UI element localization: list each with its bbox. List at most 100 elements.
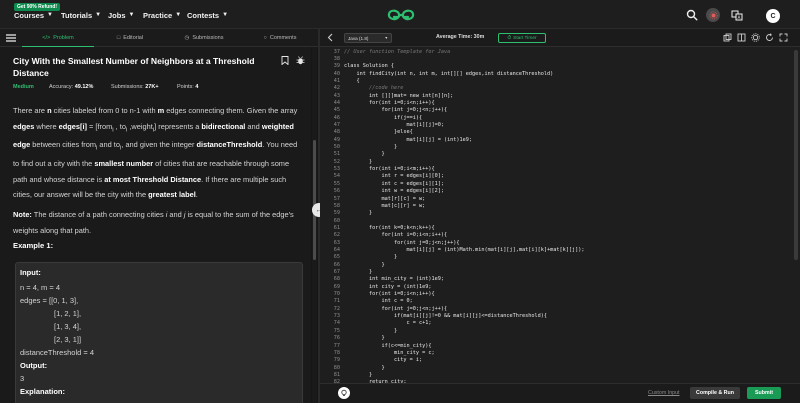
bookmark-icon[interactable] [281,56,289,65]
code-line[interactable]: 44 for(int i=0;i<n;i++){ [322,100,792,107]
code-line[interactable]: 52 } [322,159,792,166]
line-number: 41 [333,77,340,84]
code-line[interactable]: 76 } [322,335,792,342]
code-line[interactable]: 51 } [322,151,792,158]
reset-icon[interactable] [765,33,774,42]
code-text: for(int j=0;j<n;j++){ [344,305,448,312]
code-text: for(int k=0;k<n;k++){ [344,224,435,231]
code-text: // User function Template for Java [344,48,451,55]
code-line[interactable]: 43 int [][]mat= new int[n][n]; [322,93,792,100]
lightbulb-icon[interactable] [338,387,350,399]
code-line[interactable]: 42 //code here [322,85,792,92]
code-line[interactable]: 49 mat[i][j] = (int)1e9; [322,137,792,144]
nav-courses[interactable]: Courses ▼ [14,11,53,20]
code-text: min_city = c; [344,349,435,356]
code-line[interactable]: 81 } [322,372,792,379]
custom-input-link[interactable]: Custom Input [648,390,680,396]
code-line[interactable]: 63 for(int j=0;j<n;j++){ [322,240,792,247]
tab-problem[interactable]: </> Problem [22,29,94,47]
compile-run-button[interactable]: Compile & Run [690,387,740,399]
nav-practice[interactable]: Practice ▼ [143,11,181,20]
code-line[interactable]: 69 int city = (int)1e9; [322,284,792,291]
code-text: c = c+1; [344,320,432,327]
streak-badge-icon[interactable] [706,8,720,22]
collapse-left-icon[interactable] [326,33,335,42]
tab-comments[interactable]: ○ Comments [244,29,316,47]
code-line[interactable]: 58 mat[c][r] = w; [322,203,792,210]
code-line[interactable]: 41 { [322,78,792,85]
code-line[interactable]: 54 int r = edges[i][0]; [322,173,792,180]
language-select[interactable]: Java (1.8) ▼ [344,33,392,43]
line-number: 76 [333,335,340,342]
code-line[interactable]: 66 } [322,262,792,269]
line-number: 52 [333,158,340,165]
search-icon[interactable] [686,9,698,21]
code-line[interactable]: 53 for(int i=0;i<m;i++){ [322,166,792,173]
code-line[interactable]: 74 c = c+1; [322,320,792,327]
copy-icon[interactable] [723,33,732,42]
accuracy-stat: Accuracy: 49.12% [49,84,94,90]
editor-scroll-thumb[interactable] [794,50,798,260]
code-line[interactable]: 78 min_city = c; [322,350,792,357]
code-line[interactable]: 39 class Solution { [322,63,792,70]
start-timer-button[interactable]: ⏱ Start Timer [498,33,546,43]
code-line[interactable]: 61 for(int k=0;k<n;k++){ [322,225,792,232]
line-number: 67 [333,269,340,275]
nav-contests[interactable]: Contests ▼ [187,11,228,20]
points-stat: Points: 4 [177,84,199,90]
code-line[interactable]: 60 [322,218,792,225]
code-line[interactable]: 71 int c = 0; [322,298,792,305]
tab-submissions[interactable]: ◷ Submissions [166,29,242,47]
problem-scroll-thumb[interactable] [313,140,316,260]
code-line[interactable]: 77 if(c<=min_city){ [322,343,792,350]
code-text: int c = 0; [344,298,413,305]
code-line[interactable]: 48 }else{ [322,129,792,136]
code-line[interactable]: 73 if(mat[i][j]!=0 && mat[i][j]<=distanc… [322,313,792,320]
code-text: } [344,210,373,217]
nav-jobs[interactable]: Jobs ▼ [108,11,134,20]
code-line[interactable]: 37 // User function Template for Java [322,49,792,56]
code-line[interactable]: 72 for(int j=0;j<n;j++){ [322,306,792,313]
code-line[interactable]: 46 if(j==i){ [322,115,792,122]
code-line[interactable]: 65 } [322,254,792,261]
user-avatar[interactable]: C [766,9,780,23]
code-text: for(int i=0;i<m;i++){ [344,166,435,173]
line-number: 51 [333,151,340,158]
settings-icon[interactable] [751,33,760,42]
code-line[interactable]: 80 } [322,365,792,372]
code-line[interactable]: 50 } [322,144,792,151]
code-line[interactable]: 57 mat[r][c] = w; [322,196,792,203]
code-line[interactable]: 45 for(int j=0;j<n;j++){ [322,107,792,114]
line-number: 64 [333,246,340,253]
chevron-down-icon: ▼ [222,11,229,18]
fullscreen-icon[interactable] [779,33,788,42]
code-line[interactable]: 67 } [322,269,792,276]
code-line[interactable]: 40 int findCity(int n, int m, int[][] ed… [322,71,792,78]
code-text: } [344,269,373,275]
promo-badge[interactable]: Get 90% Refund! [14,3,61,11]
code-line[interactable]: 68 int min_city = (int)1e9; [322,276,792,283]
code-line[interactable]: 59 } [322,210,792,217]
menu-icon[interactable] [6,33,16,43]
code-line[interactable]: 55 int c = edges[i][1]; [322,181,792,188]
example-output: 3 [20,374,25,383]
line-number: 47 [333,122,340,128]
nav-tutorials[interactable]: Tutorials ▼ [61,11,101,20]
bug-icon[interactable] [296,56,305,65]
code-text: } [344,327,398,334]
code-line[interactable]: 62 for(int i=0;i<n;i++){ [322,232,792,239]
code-line[interactable]: 70 for(int i=0;i<n;i++){ [322,291,792,298]
gfg-logo-icon[interactable] [386,7,416,23]
code-line[interactable]: 79 city = i; [322,357,792,364]
line-number: 75 [333,327,340,334]
code-line[interactable]: 47 mat[i][j]=0; [322,122,792,129]
code-line[interactable]: 56 int w = edges[i][2]; [322,188,792,195]
submit-button[interactable]: Submit [747,387,781,399]
example-line: edges = [[0, 1, 3], [20,296,79,305]
layout-icon[interactable] [737,33,746,42]
translate-icon[interactable]: A [731,9,743,21]
tab-editorial[interactable]: □ Editorial [94,29,166,47]
code-line[interactable]: 38 [322,56,792,63]
code-line[interactable]: 75 } [322,328,792,335]
code-line[interactable]: 64 mat[i][j] = (int)Math.min(mat[i][j],m… [322,247,792,254]
